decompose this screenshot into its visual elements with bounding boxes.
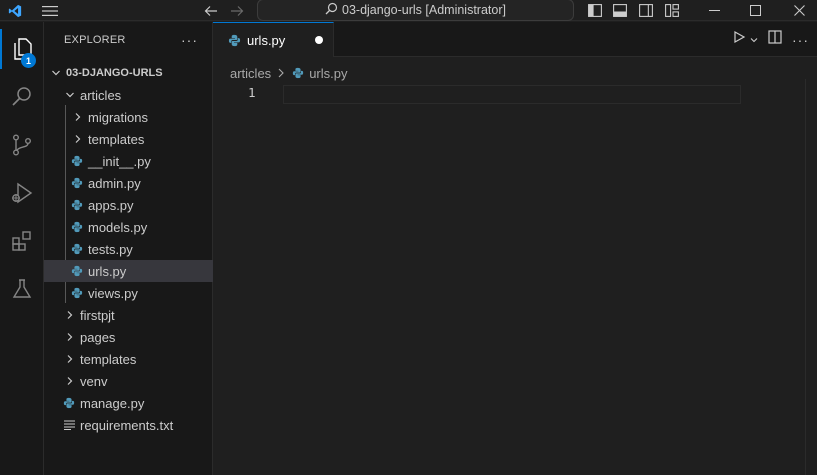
python-file-icon <box>291 66 305 80</box>
tree-folder[interactable]: articles <box>44 84 213 106</box>
tree-item-label: requirements.txt <box>80 417 174 433</box>
tree-folder[interactable]: templates <box>44 128 213 150</box>
python-file-icon <box>70 220 84 234</box>
tree-file[interactable]: models.py <box>44 216 213 238</box>
tree-file[interactable]: urls.py <box>44 260 213 282</box>
project-root[interactable]: 03-DJANGO-URLS <box>44 62 213 84</box>
source-control-icon[interactable] <box>0 125 44 165</box>
tree-item-label: models.py <box>88 219 148 235</box>
python-file-icon <box>70 264 84 278</box>
python-file-icon <box>70 198 84 212</box>
search-icon[interactable] <box>0 77 44 117</box>
tree-file[interactable]: __init__.py <box>44 150 213 172</box>
python-file-icon <box>70 176 84 190</box>
tab-urls-py[interactable]: urls.py <box>213 22 334 57</box>
editor-actions: ··· <box>732 22 809 57</box>
tree-file[interactable]: requirements.txt <box>44 414 213 436</box>
split-editor-icon[interactable] <box>768 30 782 49</box>
python-file-icon <box>70 242 84 256</box>
tree-item-label: articles <box>80 87 122 103</box>
maximize-icon[interactable] <box>741 0 769 21</box>
text-file-icon <box>62 418 76 432</box>
tree-folder[interactable]: pages <box>44 326 213 348</box>
minimize-icon[interactable] <box>700 0 728 21</box>
run-debug-icon[interactable] <box>0 173 44 213</box>
tree-file[interactable]: admin.py <box>44 172 213 194</box>
tree-file[interactable]: tests.py <box>44 238 213 260</box>
explorer-sidebar: EXPLORER ··· 03-DJANGO-URLS articles migr… <box>44 22 213 475</box>
current-line-highlight[interactable] <box>283 85 741 104</box>
toggle-secondary-sidebar-icon[interactable] <box>638 0 654 21</box>
testing-icon[interactable] <box>0 269 44 309</box>
chevron-right-icon <box>62 307 78 323</box>
tree-file[interactable]: views.py <box>44 282 213 304</box>
tree-item-label: apps.py <box>88 197 134 213</box>
tab-bar: urls.py ··· <box>213 22 817 57</box>
search-icon <box>325 2 342 18</box>
tree-folder[interactable]: templates <box>44 348 213 370</box>
chevron-right-icon <box>62 373 78 389</box>
tree-item-label: templates <box>88 131 145 147</box>
tree-item-label: firstpjt <box>80 307 115 323</box>
explorer-badge: 1 <box>21 53 36 68</box>
tree-item-label: migrations <box>88 109 148 125</box>
breadcrumb-folder[interactable]: articles <box>230 66 271 81</box>
tree-item-label: venv <box>80 373 108 389</box>
toggle-sidebar-icon[interactable] <box>587 0 603 21</box>
chevron-down-icon <box>48 65 64 81</box>
tree-item-label: admin.py <box>88 175 141 191</box>
tab-label: urls.py <box>247 32 286 48</box>
tree-item-label: tests.py <box>88 241 133 257</box>
python-file-icon <box>70 286 84 300</box>
chevron-right-icon <box>70 131 86 147</box>
tree-item-label: urls.py <box>88 263 127 279</box>
more-actions-icon[interactable]: ··· <box>181 22 198 57</box>
python-file-icon <box>227 33 241 47</box>
menu-icon[interactable] <box>40 0 60 21</box>
breadcrumb: articles urls.py <box>230 62 347 84</box>
tree-folder[interactable]: venv <box>44 370 213 392</box>
editor-area: urls.py ··· articles urls.py 1 <box>213 22 817 475</box>
python-file-icon <box>62 396 76 410</box>
python-file-icon <box>70 154 84 168</box>
title-bar: 03-django-urls [Administrator] <box>0 0 817 21</box>
tree-folder[interactable]: migrations <box>44 106 213 128</box>
run-dropdown-chevron-icon[interactable] <box>750 31 758 49</box>
extensions-icon[interactable] <box>0 221 44 261</box>
line-number: 1 <box>248 85 256 100</box>
chevron-right-icon <box>70 109 86 125</box>
chevron-down-icon <box>62 87 78 103</box>
tree-item-label: pages <box>80 329 116 345</box>
unsaved-changes-dot[interactable] <box>315 36 323 44</box>
vscode-logo-icon <box>6 0 24 21</box>
tree-item-label: manage.py <box>80 395 145 411</box>
forward-arrow-icon[interactable] <box>228 0 246 21</box>
tree-file[interactable]: manage.py <box>44 392 213 414</box>
toggle-panel-icon[interactable] <box>612 0 628 21</box>
editor-scrollbar[interactable] <box>805 79 817 475</box>
tree-item-label: views.py <box>88 285 138 301</box>
more-editor-actions-icon[interactable]: ··· <box>792 32 809 48</box>
chevron-right-icon <box>277 68 285 78</box>
tree-folder[interactable]: firstpjt <box>44 304 213 326</box>
project-name: 03-DJANGO-URLS <box>66 67 163 79</box>
close-icon[interactable] <box>785 0 813 21</box>
search-label: 03-django-urls [Administrator] <box>342 3 506 17</box>
tree-item-label: __init__.py <box>88 153 151 169</box>
chevron-right-icon <box>62 329 78 345</box>
tree-file[interactable]: apps.py <box>44 194 213 216</box>
run-python-file-icon[interactable] <box>732 30 746 49</box>
customize-layout-icon[interactable] <box>664 0 680 21</box>
breadcrumb-file[interactable]: urls.py <box>309 66 347 81</box>
command-center-search[interactable]: 03-django-urls [Administrator] <box>257 0 574 21</box>
activity-bar: 1 <box>0 22 44 475</box>
back-arrow-icon[interactable] <box>202 0 220 21</box>
tree-item-label: templates <box>80 351 137 367</box>
chevron-right-icon <box>62 351 78 367</box>
